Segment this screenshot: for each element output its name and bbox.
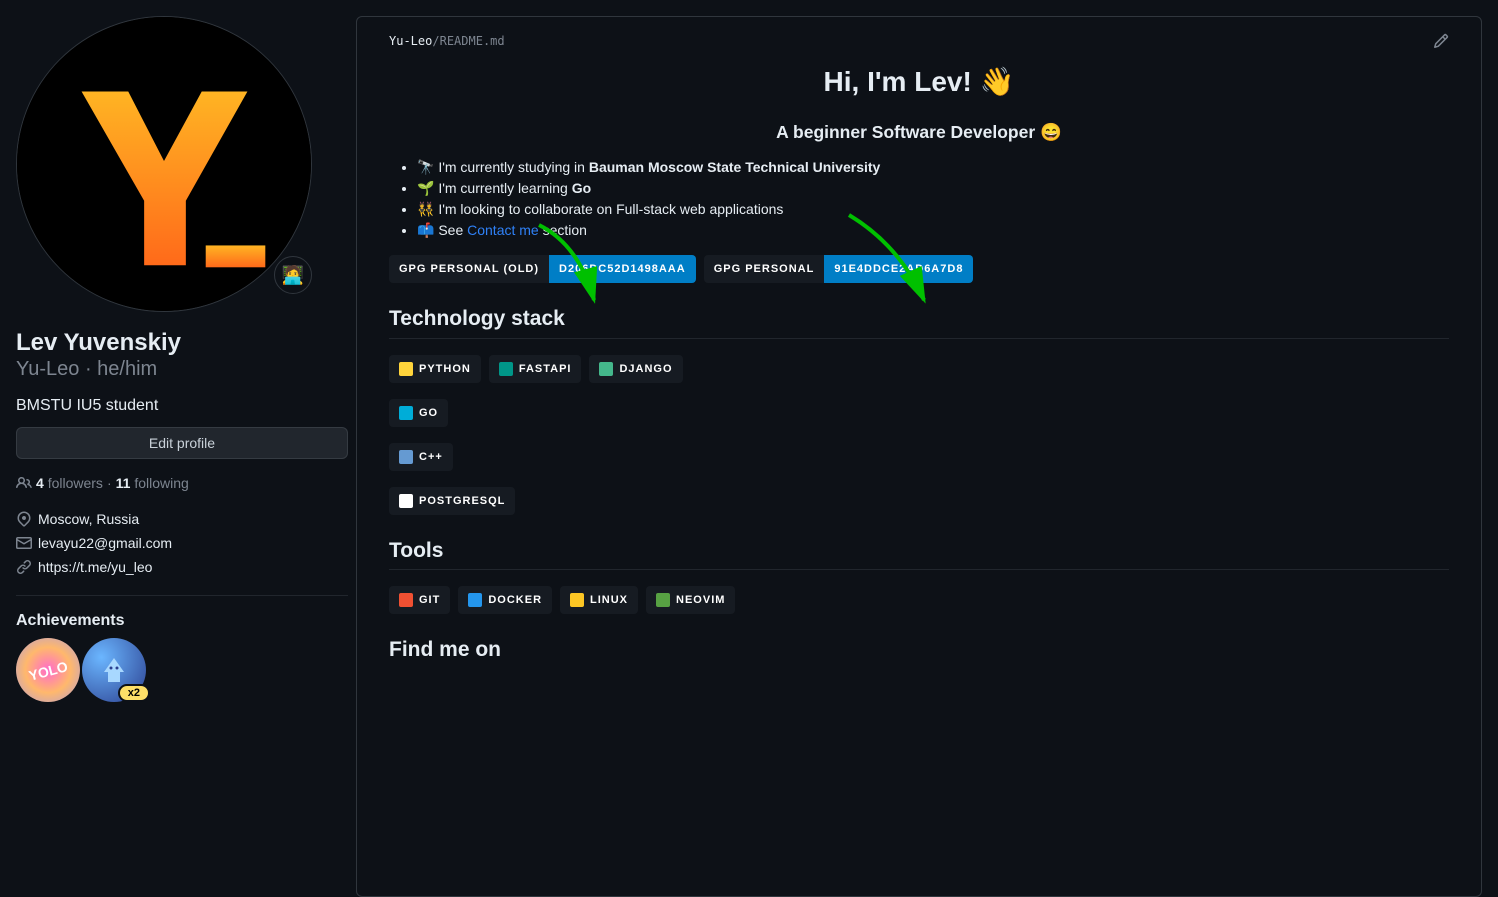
profile-username: Yu-Leo · he/him [16,358,348,381]
location-text: Moscow, Russia [38,511,139,527]
readme-bullet: 🔭 I'm currently studying in Bauman Mosco… [417,159,1449,176]
readme-bullet: 👯 I'm looking to collaborate on Full-sta… [417,201,1449,218]
tech-badge: GO [389,399,448,427]
tech-badge: C++ [389,443,453,471]
achievement-yolo[interactable]: YOLO [16,638,80,702]
following-link[interactable]: 11 following [116,475,189,491]
website-link[interactable]: https://t.me/yu_leo [38,559,152,575]
achievement-pull-shark[interactable]: x2 [82,638,146,702]
gpg-badge: GPG PERSONAL (OLD)D206DC52D1498AAA [389,255,696,283]
readme-bullets: 🔭 I'm currently studying in Bauman Mosco… [389,159,1449,239]
location-row: Moscow, Russia [16,507,348,531]
tech-badge: LINUX [560,586,638,614]
readme-breadcrumb: Yu-Leo/README.md [389,34,505,48]
avatar-container: 🧑‍💻 [16,16,312,312]
tech-badge: DOCKER [458,586,552,614]
readme-panel: Yu-Leo/README.md Hi, I'm Lev! 👋 A beginn… [356,16,1482,897]
tech-badge-row: GO [389,399,1449,427]
divider [16,595,348,596]
tech-badge-row: C++ [389,443,1449,471]
email-row: levayu22@gmail.com [16,531,348,555]
tech-badge: FASTAPI [489,355,582,383]
mail-icon [16,535,32,551]
gpg-badges: GPG PERSONAL (OLD)D206DC52D1498AAA GPG PE… [389,255,1449,283]
profile-bio: BMSTU IU5 student [16,397,348,415]
achievements-list: YOLO x2 [16,638,348,702]
profile-details: Moscow, Russia levayu22@gmail.com https:… [16,507,348,579]
tech-badge: PYTHON [389,355,481,383]
status-emoji: 🧑‍💻 [282,265,304,286]
readme-body: Hi, I'm Lev! 👋 A beginner Software Devel… [389,65,1449,668]
readme-owner-link[interactable]: Yu-Leo [389,34,432,48]
edit-profile-button[interactable]: Edit profile [16,427,348,459]
readme-bullet: 📫 See Contact me section [417,222,1449,239]
tech-badge: GIT [389,586,450,614]
tech-badge-row: PYTHON FASTAPIDJANGO [389,355,1449,383]
status-badge[interactable]: 🧑‍💻 [274,256,312,294]
location-icon [16,511,32,527]
people-icon [16,475,32,491]
profile-name: Lev Yuvenskiy [16,328,348,358]
tech-badge: NEOVIM [646,586,735,614]
tech-badge: DJANGO [589,355,682,383]
link-icon [16,559,32,575]
website-row: https://t.me/yu_leo [16,555,348,579]
contact-link[interactable]: Contact me [467,222,539,238]
tools-badges: GIT DOCKER LINUX NEOVIM [389,586,1449,614]
readme-bullet: 🌱 I'm currently learning Go [417,180,1449,197]
tools-heading: Tools [389,539,1449,570]
email-link[interactable]: levayu22@gmail.com [38,535,172,551]
profile-sidebar: 🧑‍💻 Lev Yuvenskiy Yu-Leo · he/him BMSTU … [16,0,356,897]
followers-following: 4 followers · 11 following [16,475,348,491]
tech-badge-row: POSTGRESQL [389,487,1449,515]
followers-link[interactable]: 4 followers [36,475,103,491]
readme-subtitle: A beginner Software Developer 😄 [389,122,1449,143]
avatar[interactable] [16,16,312,312]
tech-badge: POSTGRESQL [389,487,515,515]
tech-stack-heading: Technology stack [389,307,1449,338]
readme-title: Hi, I'm Lev! 👋 [389,65,1449,106]
achievements-title: Achievements [16,612,348,630]
svg-text:YOLO: YOLO [28,658,68,684]
pencil-icon[interactable] [1433,33,1449,49]
gpg-badge: GPG PERSONAL91E4DDCE2AD6A7D8 [704,255,974,283]
find-me-heading: Find me on [389,638,1449,668]
achievement-count: x2 [118,684,150,702]
